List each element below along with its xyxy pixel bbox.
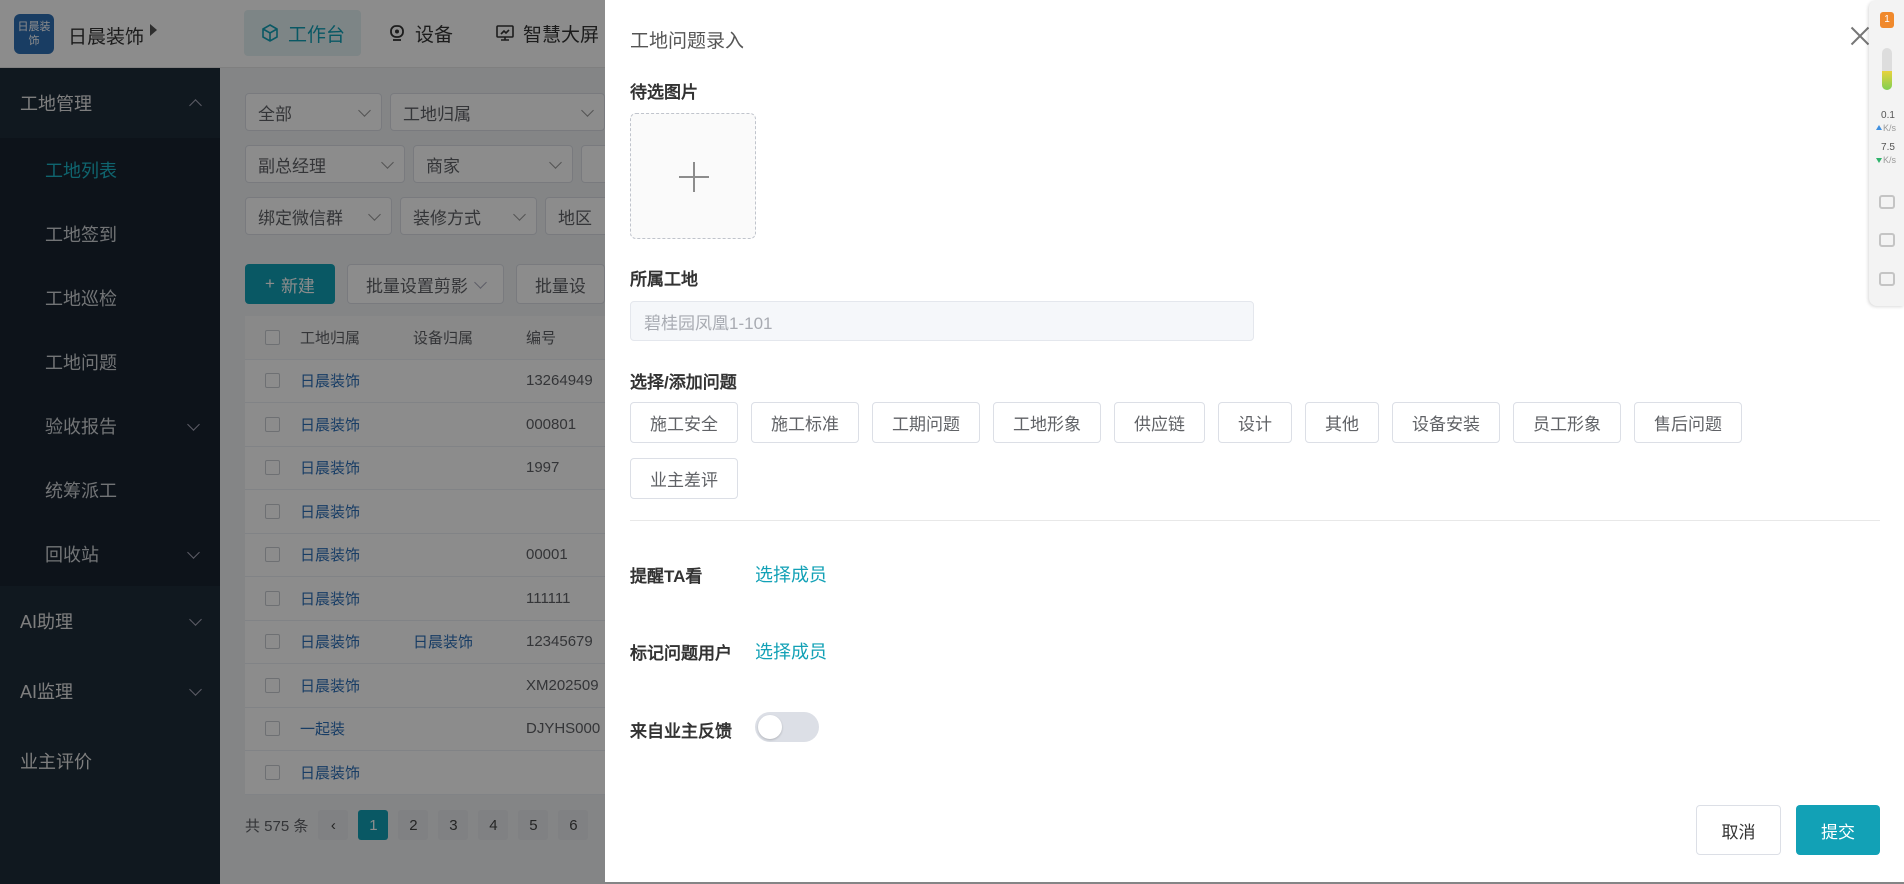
issue-label: 选择/添加问题 (630, 373, 737, 392)
issue-entry-drawer: 工地问题录入 待选图片 所属工地 选择/添加问题 施工安全施工标准工期问题工地形… (605, 0, 1904, 882)
cancel-button[interactable]: 取消 (1696, 805, 1781, 855)
upload-speed: 0.1 (1881, 110, 1895, 121)
issue-tag[interactable]: 其他 (1305, 402, 1379, 443)
chat-icon[interactable] (1879, 195, 1895, 209)
issue-tag[interactable]: 设备安装 (1392, 402, 1500, 443)
issue-tag-list: 施工安全 施工标准 工期问题 工地形象 供应链 设计 其他 设备安装 员工形象 售后问题业主差评 (630, 402, 1770, 499)
issue-tag[interactable]: 售后问题 (1634, 402, 1742, 443)
issue-tag[interactable]: 业主差评 (630, 458, 738, 499)
download-arrow-icon (1876, 158, 1882, 163)
images-label: 待选图片 (630, 83, 698, 102)
issue-tag[interactable]: 施工标准 (751, 402, 859, 443)
memory-level-bar (1882, 48, 1892, 90)
remind-label: 提醒TA看 (630, 567, 703, 586)
crop-icon[interactable] (1879, 233, 1895, 247)
download-speed: 7.5 (1881, 142, 1895, 153)
issue-tag[interactable]: 员工形象 (1513, 402, 1621, 443)
submit-button[interactable]: 提交 (1796, 805, 1880, 855)
notification-badge[interactable]: 1 (1880, 12, 1894, 28)
remind-select-members-link[interactable]: 选择成员 (755, 561, 827, 587)
issue-tag[interactable]: 施工安全 (630, 402, 738, 443)
issue-tag[interactable]: 供应链 (1114, 402, 1205, 443)
issue-tag[interactable]: 工地形象 (993, 402, 1101, 443)
issue-tag[interactable]: 设计 (1218, 402, 1292, 443)
download-unit: K/s (1883, 155, 1897, 165)
drawer-title: 工地问题录入 (630, 31, 745, 52)
site-field[interactable] (630, 301, 1254, 341)
upload-arrow-icon (1876, 125, 1882, 130)
site-label: 所属工地 (630, 270, 698, 289)
mark-select-members-link[interactable]: 选择成员 (755, 638, 827, 664)
issue-tag[interactable]: 工期问题 (872, 402, 980, 443)
divider (630, 520, 1880, 521)
owner-feedback-toggle[interactable] (755, 712, 819, 742)
owner-feedback-label: 来自业主反馈 (630, 722, 732, 741)
upload-unit: K/s (1883, 123, 1897, 133)
toggle-knob (758, 715, 782, 739)
search-icon[interactable] (1879, 272, 1895, 286)
image-upload-button[interactable] (630, 113, 756, 239)
mark-user-label: 标记问题用户 (630, 644, 732, 663)
network-speed-widget[interactable]: 1 0.1 K/s 7.5 K/s (1869, 0, 1904, 306)
memory-level-fill (1882, 71, 1892, 90)
